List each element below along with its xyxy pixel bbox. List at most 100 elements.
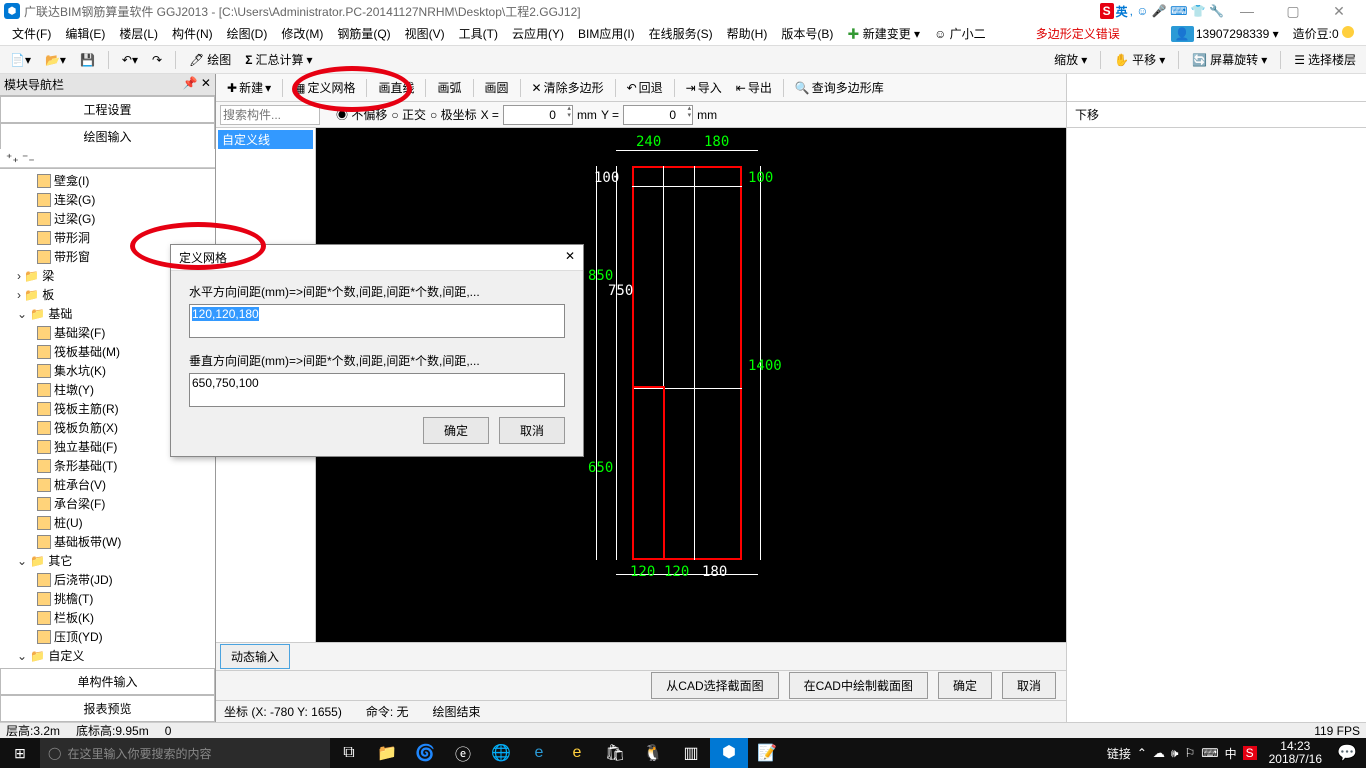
explorer-icon[interactable]: 📁 — [368, 743, 406, 763]
draw-circle-button[interactable]: 画圆 — [480, 77, 514, 98]
export-button[interactable]: ⇤ 导出 — [731, 77, 777, 98]
single-input-button[interactable]: 单构件输入 — [0, 668, 215, 695]
menu-floor[interactable]: 楼层(L) — [113, 23, 164, 44]
status-draw: 绘图结束 — [433, 703, 481, 720]
undo-icon[interactable]: ↶▾ — [118, 51, 142, 69]
vert-input[interactable]: 650,750,100 — [189, 373, 565, 407]
list-item[interactable]: 自定义线 — [218, 130, 313, 149]
app-icon-1[interactable]: 🌀 — [406, 743, 444, 763]
cad-select-button[interactable]: 从CAD选择截面图 — [651, 672, 778, 699]
menu-tool[interactable]: 工具(T) — [453, 23, 504, 44]
max-button[interactable]: ▢ — [1270, 3, 1316, 20]
cancel-button[interactable]: 取消 — [1002, 672, 1056, 699]
dialog-cancel-button[interactable]: 取消 — [499, 417, 565, 444]
close-button[interactable]: ✕ — [1316, 3, 1362, 20]
menu-file[interactable]: 文件(F) — [6, 23, 57, 44]
select-floor-button[interactable]: ☰ 选择楼层 — [1290, 49, 1360, 70]
beans[interactable]: 造价豆:0 — [1287, 23, 1360, 44]
project-settings-button[interactable]: 工程设置 — [0, 96, 215, 123]
notes-icon[interactable]: 📝 — [748, 743, 786, 763]
x-input[interactable]: 0 — [503, 105, 573, 125]
gxe[interactable]: ☺ 广小二 — [928, 23, 992, 44]
new-doc-icon[interactable]: 📄▾ — [6, 51, 35, 69]
tree-node[interactable]: 后浇带(JD) — [0, 570, 215, 589]
edge-icon[interactable]: e — [520, 744, 558, 762]
tree-node[interactable]: 壁龛(I) — [0, 171, 215, 190]
taskbar-clock[interactable]: 14:232018/7/16 — [1263, 740, 1328, 766]
ime-bar[interactable]: S 英 , ☺ 🎤 ⌨ 👕 🔧 — [1100, 3, 1224, 20]
menu-draw[interactable]: 绘图(D) — [221, 23, 274, 44]
menu-online[interactable]: 在线服务(S) — [643, 23, 719, 44]
glodon-icon[interactable]: ⬢ — [710, 738, 748, 768]
min-button[interactable]: — — [1224, 3, 1270, 19]
tree-node[interactable]: 条形基础(T) — [0, 456, 215, 475]
draw-line-button[interactable]: 画直线 — [373, 77, 419, 98]
y-input[interactable]: 0 — [623, 105, 693, 125]
tree-node[interactable]: ⌄ 📁自定义 — [0, 646, 215, 665]
tree-node[interactable]: 桩承台(V) — [0, 475, 215, 494]
menu-help[interactable]: 帮助(H) — [721, 23, 774, 44]
app-icon-2[interactable]: ▥ — [672, 743, 710, 763]
tree-node[interactable]: 桩(U) — [0, 513, 215, 532]
tree-node[interactable]: 挑檐(T) — [0, 589, 215, 608]
cad-draw-button[interactable]: 在CAD中绘制截面图 — [789, 672, 928, 699]
clear-poly-button[interactable]: ✕ 清除多边形 — [527, 77, 609, 98]
menu-view[interactable]: 视图(V) — [399, 23, 451, 44]
open-icon[interactable]: 📂▾ — [41, 51, 70, 69]
menu-edit[interactable]: 编辑(E) — [59, 23, 111, 44]
menu-component[interactable]: 构件(N) — [166, 23, 219, 44]
dim-label: 180 — [704, 134, 729, 150]
browser-icon[interactable]: 🌐 — [482, 743, 520, 763]
rotate-button[interactable]: 🔄 屏幕旋转 ▾ — [1188, 49, 1271, 70]
menu-cloud[interactable]: 云应用(Y) — [506, 23, 570, 44]
draw-input-button[interactable]: 绘图输入 — [0, 123, 215, 149]
notifications-icon[interactable]: 💬 — [1328, 743, 1366, 763]
account-phone[interactable]: 👤13907298339 ▾ — [1165, 25, 1285, 43]
tree-node[interactable]: 栏板(K) — [0, 608, 215, 627]
horiz-input[interactable]: 120,120,180 — [189, 304, 565, 338]
draw-arc-button[interactable]: 画弧 — [432, 77, 466, 98]
rollback-button[interactable]: ↶ 回退 — [622, 77, 668, 98]
dynamic-input-button[interactable]: 动态输入 — [220, 644, 290, 669]
qq-icon[interactable]: 🐧 — [634, 743, 672, 763]
search-input[interactable] — [220, 105, 320, 125]
radio-nooffset[interactable]: ◉ 不偏移 — [336, 106, 387, 123]
start-button[interactable]: ⊞ — [0, 745, 40, 762]
pin-icon[interactable]: 📌 ✕ — [183, 76, 211, 93]
tree-node[interactable]: ⌄ 📁其它 — [0, 551, 215, 570]
ie-icon[interactable]: e — [558, 744, 596, 762]
dialog-ok-button[interactable]: 确定 — [423, 417, 489, 444]
tree-node[interactable]: 压顶(YD) — [0, 627, 215, 646]
define-grid-button[interactable]: ▦ 定义网格 — [289, 77, 360, 98]
new-change[interactable]: ✚ 新建变更 ▾ — [841, 23, 926, 44]
pan-button[interactable]: ✋ 平移 ▾ — [1110, 49, 1169, 70]
save-icon[interactable]: 💾 — [76, 51, 99, 69]
import-button[interactable]: ⇥ 导入 — [681, 77, 727, 98]
edge-old-icon[interactable]: ⓔ — [444, 741, 482, 765]
redo-icon[interactable]: ↷ — [148, 51, 166, 69]
move-down-button[interactable]: 下移 — [1075, 108, 1099, 122]
system-tray[interactable]: 链接 ⌃ ☁ 🕪 ⚐ ⌨ 中 S — [1101, 745, 1263, 762]
radio-polar[interactable]: ○ 极坐标 — [430, 106, 477, 123]
dialog-close-button[interactable]: ✕ — [565, 249, 575, 266]
query-poly-button[interactable]: 🔍 查询多边形库 — [790, 77, 889, 98]
draw-button[interactable]: 🖊 绘图 — [185, 49, 235, 70]
ok-button[interactable]: 确定 — [938, 672, 992, 699]
menu-modify[interactable]: 修改(M) — [275, 23, 329, 44]
radio-ortho[interactable]: ○ 正交 — [391, 106, 426, 123]
menu-bim[interactable]: BIM应用(I) — [572, 23, 641, 44]
task-view-icon[interactable]: ⧉ — [330, 744, 368, 762]
windows-taskbar[interactable]: ⊞ ◯ 在这里输入你要搜索的内容 ⧉ 📁 🌀 ⓔ 🌐 e e 🛍 🐧 ▥ ⬢ 📝… — [0, 738, 1366, 768]
menu-rebar[interactable]: 钢筋量(Q) — [331, 23, 396, 44]
tree-node[interactable]: 承台梁(F) — [0, 494, 215, 513]
menu-version[interactable]: 版本号(B) — [775, 23, 839, 44]
store-icon[interactable]: 🛍 — [596, 743, 634, 763]
tree-node[interactable]: 基础板带(W) — [0, 532, 215, 551]
taskbar-search[interactable]: ◯ 在这里输入你要搜索的内容 — [40, 738, 330, 768]
tree-node[interactable]: 过梁(G) — [0, 209, 215, 228]
new-button[interactable]: ✚ 新建 ▾ — [222, 77, 276, 98]
sum-button[interactable]: Σ 汇总计算 ▾ — [241, 49, 316, 70]
tree-node[interactable]: 连梁(G) — [0, 190, 215, 209]
report-preview-button[interactable]: 报表预览 — [0, 695, 215, 722]
zoom-button[interactable]: 缩放 ▾ — [1050, 49, 1091, 70]
